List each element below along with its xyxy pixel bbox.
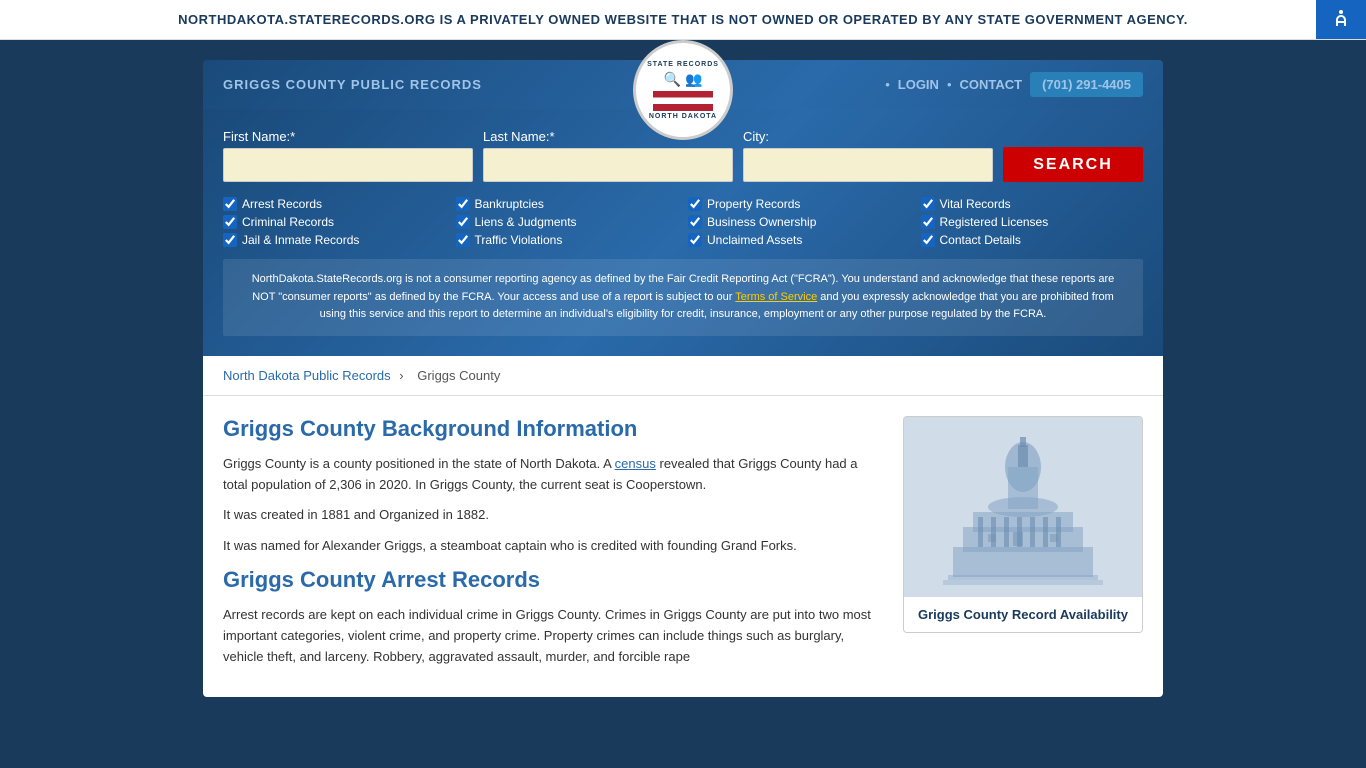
first-name-input[interactable] — [223, 148, 473, 182]
breadcrumb: North Dakota Public Records › Griggs Cou… — [203, 356, 1163, 396]
search-icon: 🔍 — [664, 71, 681, 88]
sidebar-caption: Griggs County Record Availability — [904, 597, 1142, 632]
site-title: GRIGGS COUNTY PUBLIC RECORDS — [223, 77, 482, 92]
search-section: First Name:* Last Name:* City: SEARCH Ar… — [203, 109, 1163, 356]
terms-link[interactable]: Terms of Service — [735, 291, 817, 303]
checkbox-item: Arrest Records — [223, 197, 446, 211]
checkbox-input[interactable] — [921, 197, 935, 211]
checkbox-input[interactable] — [456, 233, 470, 247]
contact-link[interactable]: CONTACT — [960, 77, 1023, 92]
checkbox-input[interactable] — [223, 197, 237, 211]
main-text: Griggs County Background Information Gri… — [223, 416, 883, 678]
top-banner: NORTHDAKOTA.STATERECORDS.ORG IS A PRIVAT… — [0, 0, 1366, 40]
checkbox-item: Traffic Violations — [456, 233, 679, 247]
arrest-title: Griggs County Arrest Records — [223, 567, 883, 593]
checkbox-label: Unclaimed Assets — [707, 233, 802, 247]
main-container: GRIGGS COUNTY PUBLIC RECORDS STATE RECOR… — [203, 40, 1163, 727]
census-link[interactable]: census — [615, 456, 656, 471]
building-svg — [933, 427, 1113, 587]
header-top: GRIGGS COUNTY PUBLIC RECORDS STATE RECOR… — [203, 60, 1163, 109]
city-label: City: — [743, 129, 993, 144]
logo-bottom-text: NORTH DAKOTA — [647, 113, 719, 120]
disclaimer-content: NorthDakota.StateRecords.org is not a co… — [252, 273, 1115, 320]
content-body: Griggs County Background Information Gri… — [203, 396, 1163, 698]
checkbox-input[interactable] — [688, 197, 702, 211]
accessibility-button[interactable] — [1316, 0, 1366, 39]
city-group: City: — [743, 129, 993, 182]
checkbox-item: Vital Records — [921, 197, 1144, 211]
sidebar-card: Griggs County Record Availability — [903, 416, 1143, 633]
header-nav: • LOGIN • CONTACT (701) 291-4405 — [885, 72, 1143, 97]
first-name-group: First Name:* — [223, 129, 473, 182]
content-card: North Dakota Public Records › Griggs Cou… — [203, 356, 1163, 698]
checkbox-item: Jail & Inmate Records — [223, 233, 446, 247]
checkbox-item: Property Records — [688, 197, 911, 211]
accessibility-icon — [1329, 8, 1353, 32]
checkbox-input[interactable] — [921, 233, 935, 247]
checkbox-input[interactable] — [223, 215, 237, 229]
checkbox-item: Registered Licenses — [921, 215, 1144, 229]
checkbox-input[interactable] — [688, 233, 702, 247]
checkbox-label: Property Records — [707, 197, 800, 211]
checkbox-label: Jail & Inmate Records — [242, 233, 359, 247]
sidebar: Griggs County Record Availability — [903, 416, 1143, 678]
sidebar-building-image — [904, 417, 1142, 597]
breadcrumb-link[interactable]: North Dakota Public Records — [223, 368, 391, 383]
logo-inner: STATE RECORDS 🔍 👥 NORTH DAKOTA — [647, 61, 719, 120]
checkbox-label: Liens & Judgments — [475, 215, 577, 229]
bg-title: Griggs County Background Information — [223, 416, 883, 442]
bg-para-1: Griggs County is a county positioned in … — [223, 454, 883, 496]
checkbox-label: Registered Licenses — [940, 215, 1049, 229]
checkbox-input[interactable] — [688, 215, 702, 229]
checkbox-label: Contact Details — [940, 233, 1021, 247]
checkbox-label: Arrest Records — [242, 197, 322, 211]
checkbox-item: Liens & Judgments — [456, 215, 679, 229]
arrest-para: Arrest records are kept on each individu… — [223, 605, 883, 667]
checkbox-label: Bankruptcies — [475, 197, 544, 211]
bg-para-3: It was named for Alexander Griggs, a ste… — [223, 536, 883, 557]
checkboxes-row: Arrest Records Bankruptcies Property Recor… — [223, 197, 1143, 247]
phone-number[interactable]: (701) 291-4405 — [1030, 72, 1143, 97]
checkbox-item: Business Ownership — [688, 215, 911, 229]
logo-circle: STATE RECORDS 🔍 👥 NORTH DAKOTA — [633, 40, 733, 140]
header-card: GRIGGS COUNTY PUBLIC RECORDS STATE RECOR… — [203, 60, 1163, 356]
dot1: • — [885, 77, 890, 92]
checkbox-item: Bankruptcies — [456, 197, 679, 211]
city-input[interactable] — [743, 148, 993, 182]
first-name-label: First Name:* — [223, 129, 473, 144]
logo-flag — [653, 91, 713, 111]
logo-area: STATE RECORDS 🔍 👥 NORTH DAKOTA — [633, 40, 733, 140]
banner-text: NORTHDAKOTA.STATERECORDS.ORG IS A PRIVAT… — [60, 12, 1306, 27]
search-button[interactable]: SEARCH — [1003, 147, 1143, 182]
checkbox-item: Criminal Records — [223, 215, 446, 229]
checkbox-input[interactable] — [456, 197, 470, 211]
checkbox-item: Contact Details — [921, 233, 1144, 247]
dot2: • — [947, 77, 952, 92]
last-name-input[interactable] — [483, 148, 733, 182]
checkbox-input[interactable] — [921, 215, 935, 229]
bg-para-2: It was created in 1881 and Organized in … — [223, 505, 883, 526]
breadcrumb-current: Griggs County — [417, 368, 500, 383]
checkbox-label: Criminal Records — [242, 215, 334, 229]
people-icon: 👥 — [685, 71, 702, 88]
breadcrumb-separator: › — [399, 368, 403, 383]
checkbox-input[interactable] — [456, 215, 470, 229]
checkbox-input[interactable] — [223, 233, 237, 247]
checkbox-label: Business Ownership — [707, 215, 816, 229]
login-link[interactable]: LOGIN — [898, 77, 939, 92]
checkbox-label: Traffic Violations — [475, 233, 563, 247]
checkbox-item: Unclaimed Assets — [688, 233, 911, 247]
disclaimer-text: NorthDakota.StateRecords.org is not a co… — [223, 259, 1143, 336]
logo-top-text: STATE RECORDS — [647, 61, 719, 68]
checkbox-label: Vital Records — [940, 197, 1011, 211]
